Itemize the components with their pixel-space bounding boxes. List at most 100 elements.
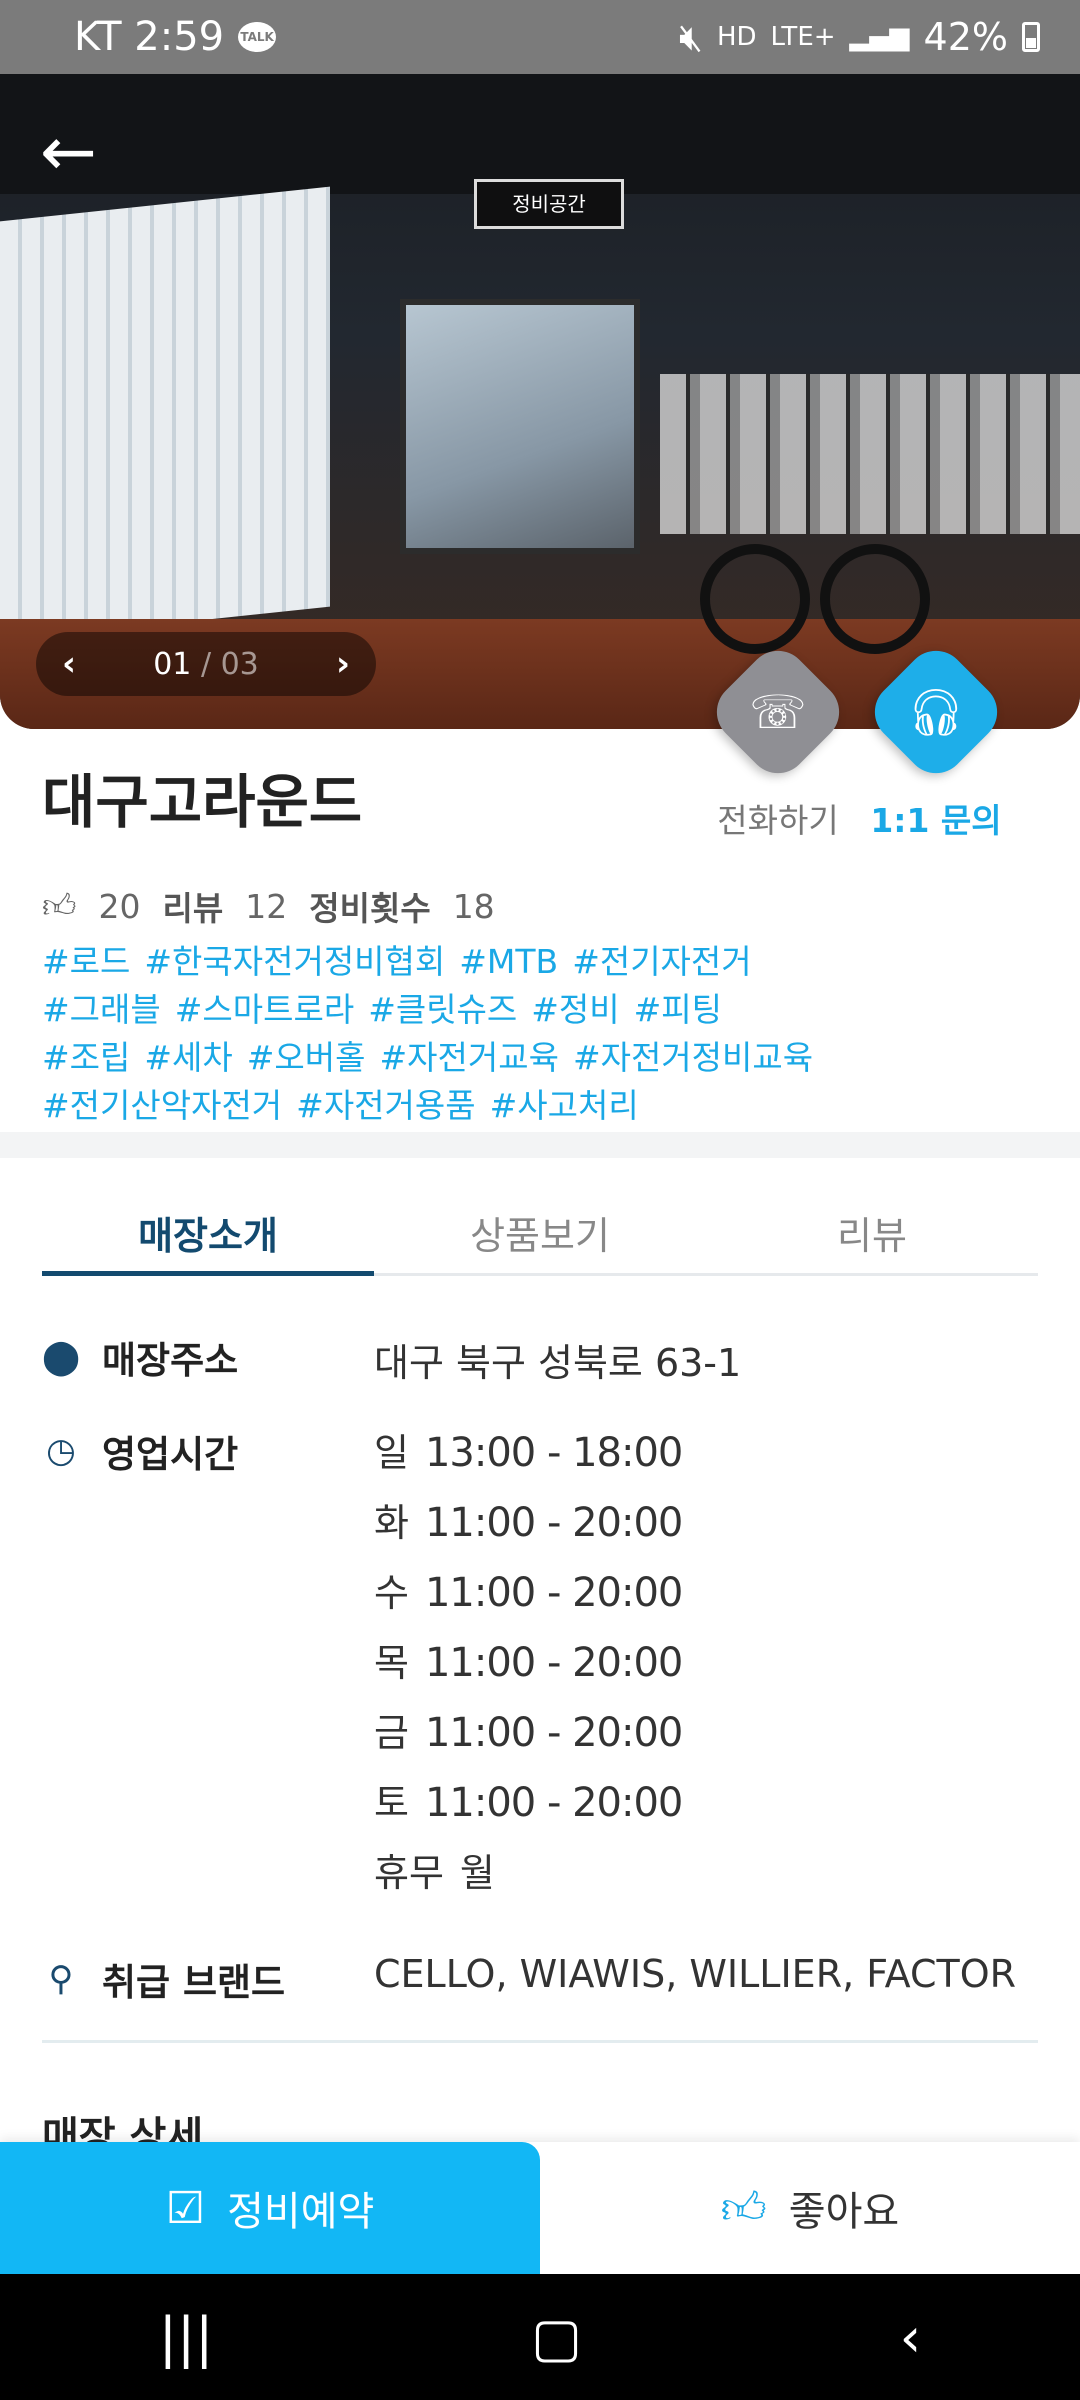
hashtag[interactable]: #로드 — [42, 942, 130, 981]
thumbs-up-icon: 👍︎ — [42, 886, 77, 925]
hd-voice-icon: HD — [716, 22, 757, 52]
hours-item: 수 11:00 - 20:00 — [374, 1562, 683, 1632]
hours-day: 목 — [374, 1641, 409, 1685]
like-count: 20 — [98, 886, 141, 926]
hashtag[interactable]: #그래블 — [42, 990, 161, 1029]
tab-bar: 매장소개 상품보기 리뷰 — [42, 1196, 1038, 1276]
hashtag[interactable]: #한국자전거정비협회 — [144, 942, 445, 981]
like-button[interactable]: 👍︎ 좋아요 — [540, 2142, 1080, 2274]
hours-list: 일 13:00 - 18:00 화 11:00 - 20:00 수 11:00 … — [374, 1422, 683, 1912]
hashtag[interactable]: #세차 — [144, 1038, 232, 1077]
reserve-repair-button[interactable]: ☑ 정비예약 — [0, 2142, 540, 2274]
photo-wall-shelf — [0, 186, 330, 642]
clock-icon: ◷ — [46, 1431, 76, 1471]
hours-item: 금 11:00 - 20:00 — [374, 1702, 683, 1772]
brand-list: CELLO, WIAWIS, WILLIER, FACTOR — [374, 1952, 1017, 1996]
hashtag[interactable]: #자전거용품 — [296, 1086, 475, 1125]
next-photo-icon[interactable]: › — [336, 644, 350, 684]
hours-day: 수 — [374, 1571, 409, 1615]
address-row-label: ⬤ 매장주소 — [42, 1330, 238, 1384]
store-photo[interactable]: 정비공간 — [0, 74, 1080, 729]
hashtag[interactable]: #자전거정비교육 — [573, 1038, 813, 1077]
pager-current: 01 — [153, 646, 192, 682]
system-nav-bar: ||| ▢ ‹ — [0, 2274, 1080, 2400]
hours-item: 화 11:00 - 20:00 — [374, 1492, 683, 1562]
hours-row-label: ◷ 영업시간 — [42, 1424, 238, 1478]
hours-time: 11:00 - 20:00 — [424, 1640, 683, 1686]
store-address: 대구 북구 성북로 63-1 — [374, 1341, 742, 1385]
bottom-action-bar: ☑ 정비예약 👍︎ 좋아요 — [0, 2142, 1080, 2274]
recent-apps-icon[interactable]: ||| — [159, 2306, 214, 2369]
brands-row-label: ⚲ 취급 브랜드 — [42, 1952, 286, 2006]
hashtag[interactable]: #오버홀 — [247, 1038, 366, 1077]
address-label: 매장주소 — [102, 1339, 239, 1382]
hours-item: 목 11:00 - 20:00 — [374, 1632, 683, 1702]
call-button[interactable]: ☏ 전화하기 — [688, 638, 868, 842]
hashtag[interactable]: #전기산악자전거 — [42, 1086, 282, 1125]
hashtag[interactable]: #사고처리 — [490, 1086, 639, 1125]
hashtag[interactable]: #MTB — [459, 942, 558, 981]
hours-day: 일 — [374, 1431, 409, 1475]
photo-sign: 정비공간 — [474, 179, 624, 229]
pager-total: 03 — [220, 646, 259, 682]
divider — [42, 2040, 1038, 2043]
headset-icon: 🎧︎ — [862, 638, 1010, 786]
photo-helmet-shelf — [660, 374, 1080, 534]
review-count: 12 — [245, 886, 288, 926]
thumbs-up-icon: 👍︎ — [720, 2182, 767, 2234]
back-arrow-icon[interactable]: ← — [40, 118, 110, 188]
battery-icon — [1022, 22, 1040, 52]
location-pin-icon: ⬤ — [42, 1337, 81, 1377]
hashtag[interactable]: #피팅 — [634, 990, 722, 1029]
store-name: 대구고라운드 — [42, 768, 363, 836]
tab-store-intro[interactable]: 매장소개 — [42, 1196, 374, 1276]
review-label: 리뷰 — [162, 889, 224, 928]
hashtag[interactable]: #스마트로라 — [175, 990, 354, 1029]
hours-item: 토 11:00 - 20:00 — [374, 1772, 683, 1842]
closed-label: 휴무 — [374, 1851, 444, 1895]
hours-time: 13:00 - 18:00 — [424, 1430, 683, 1476]
call-label: 전화하기 — [717, 801, 839, 840]
back-icon[interactable]: ‹ — [900, 2306, 922, 2369]
checkbox-icon: ☑ — [165, 2182, 206, 2234]
hashtag[interactable]: #클릿슈즈 — [368, 990, 517, 1029]
tab-reviews[interactable]: 리뷰 — [706, 1196, 1038, 1273]
photo-bike-wheel — [820, 544, 930, 654]
repair-count: 18 — [452, 886, 495, 926]
hours-day: 금 — [374, 1711, 409, 1755]
inquiry-label: 1:1 문의 — [870, 801, 1002, 840]
brands-label: 취급 브랜드 — [102, 1961, 286, 2004]
hashtag-list: #로드 #한국자전거정비협회 #MTB #전기자전거 #그래블 #스마트로라 #클릿슈즈 #… — [42, 938, 1042, 1130]
tab-products[interactable]: 상품보기 — [374, 1196, 706, 1273]
hashtag[interactable]: #자전거교육 — [379, 1038, 558, 1077]
hours-day: 토 — [374, 1781, 409, 1825]
hashtag[interactable]: #조립 — [42, 1038, 130, 1077]
status-bar: KT 2:59 TALK 🔇︎ HD LTE+ ▂▄▆ 42% — [0, 0, 1080, 74]
pager-separator: / — [191, 646, 221, 682]
lte-icon: LTE+ — [770, 22, 836, 52]
photo-bike-wheel — [700, 544, 810, 654]
mute-icon: 🔇︎ — [679, 14, 703, 59]
hours-item: 일 13:00 - 18:00 — [374, 1422, 683, 1492]
section-divider — [0, 1132, 1080, 1158]
kakaotalk-icon: TALK — [238, 22, 277, 52]
inquiry-button[interactable]: 🎧︎ 1:1 문의 — [846, 638, 1026, 842]
phone-icon: ☏ — [704, 638, 852, 786]
hours-label: 영업시간 — [102, 1433, 239, 1476]
store-stats: 👍︎ 20 리뷰 12 정비횟수 18 — [42, 882, 495, 930]
bicycle-icon: ⚲ — [48, 1959, 74, 1999]
home-icon[interactable]: ▢ — [531, 2306, 582, 2369]
prev-photo-icon[interactable]: ‹ — [62, 644, 76, 684]
battery-percent: 42% — [923, 15, 1008, 59]
carrier-time: KT 2:59 — [74, 14, 225, 60]
reserve-label: 정비예약 — [227, 2189, 375, 2235]
photo-ceiling — [0, 74, 1080, 194]
hours-time: 11:00 - 20:00 — [424, 1780, 683, 1826]
hours-day: 화 — [374, 1501, 409, 1545]
closed-day: 월 — [459, 1851, 495, 1895]
closed-day-row: 휴무 월 — [374, 1842, 682, 1912]
signal-icon: ▂▄▆ — [849, 22, 910, 52]
like-label: 좋아요 — [788, 2189, 900, 2235]
hashtag[interactable]: #전기자전거 — [572, 942, 751, 981]
hashtag[interactable]: #정비 — [531, 990, 619, 1029]
